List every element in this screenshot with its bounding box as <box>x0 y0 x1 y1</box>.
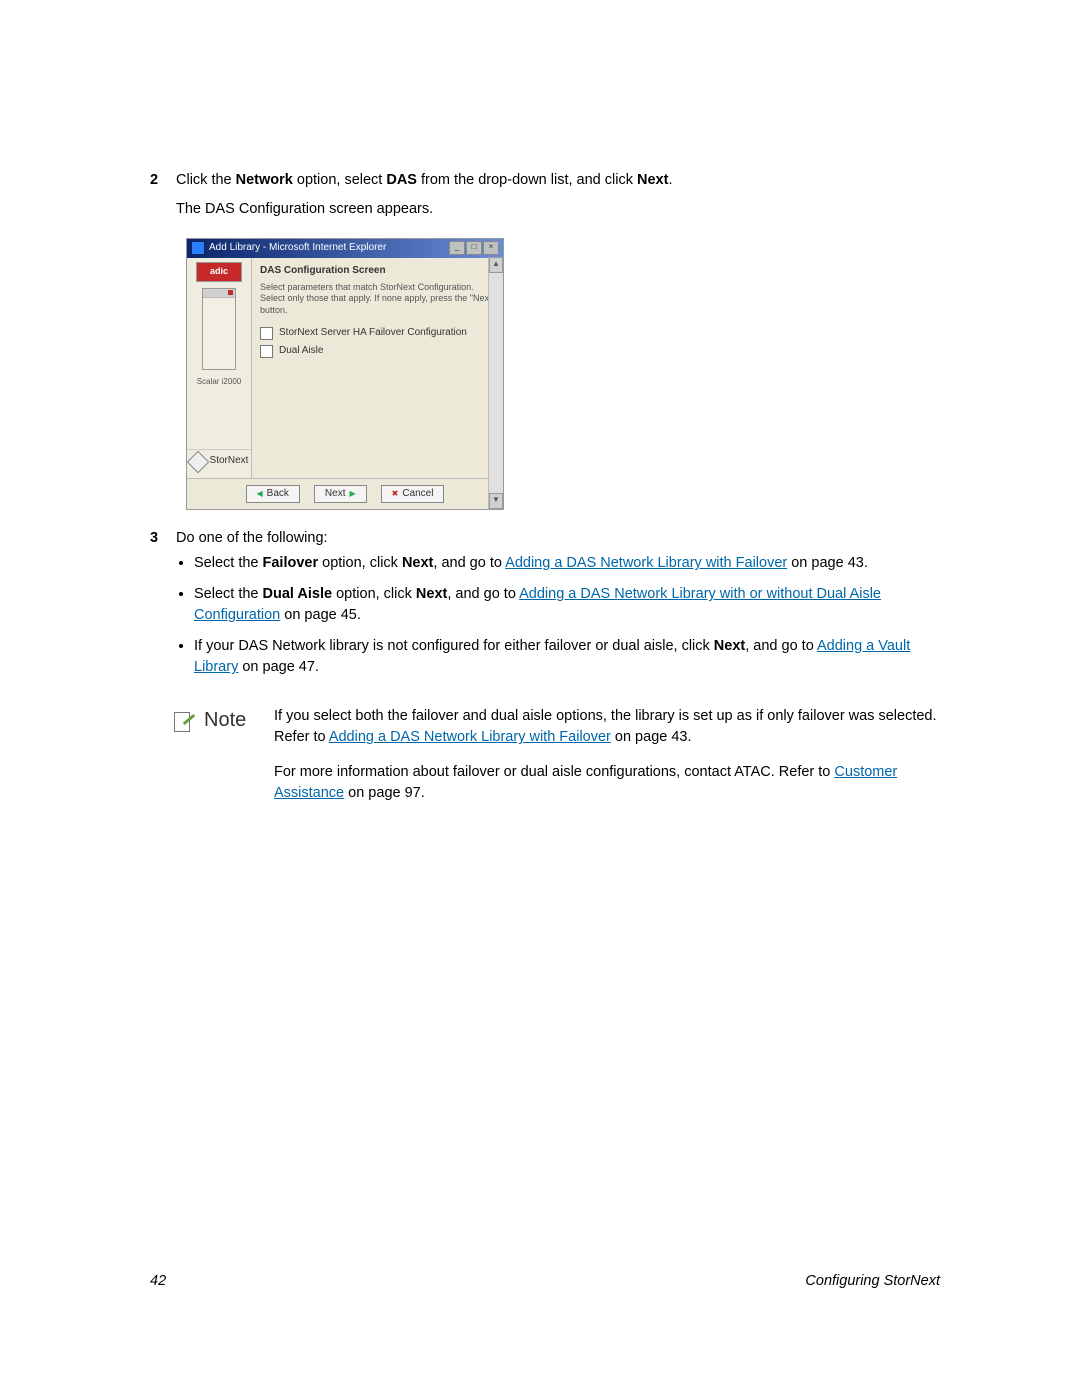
dialog-button-bar: Back Next Cancel <box>187 478 503 510</box>
dualaisle-label: Dual Aisle <box>279 344 323 359</box>
back-button[interactable]: Back <box>246 485 300 504</box>
bold-next: Next <box>637 172 668 188</box>
dialog-body: adic Scalar i2000 StorNext DAS Configura… <box>187 258 503 478</box>
step-number: 3 <box>150 528 176 688</box>
das-config-screenshot: Add Library - Microsoft Internet Explore… <box>186 238 504 510</box>
step-body: Do one of the following: Select the Fail… <box>176 528 940 688</box>
minimize-button[interactable]: _ <box>449 241 465 255</box>
rack-label: Scalar i2000 <box>197 376 241 388</box>
note-label-wrap: Note <box>174 706 254 735</box>
dialog-heading: DAS Configuration Screen <box>260 264 495 279</box>
window-title: Add Library - Microsoft Internet Explore… <box>209 241 386 256</box>
stornext-row: StorNext <box>187 449 251 474</box>
page-content: 2 Click the Network option, select DAS f… <box>0 0 1080 818</box>
text: . <box>668 172 672 188</box>
note-icon <box>174 710 196 732</box>
dualaisle-checkbox[interactable] <box>260 345 273 358</box>
section-title: Configuring StorNext <box>805 1271 940 1292</box>
page-number: 42 <box>150 1271 166 1292</box>
step-body: Click the Network option, select DAS fro… <box>176 170 940 220</box>
maximize-button[interactable]: □ <box>466 241 482 255</box>
dialog-content: DAS Configuration Screen Select paramete… <box>252 258 503 478</box>
failover-checkbox[interactable] <box>260 327 273 340</box>
bullet-dualaisle: Select the Dual Aisle option, click Next… <box>194 584 940 626</box>
bold-network: Network <box>236 172 293 188</box>
scrollbar[interactable]: ▲ ▼ <box>488 257 503 509</box>
step-3: 3 Do one of the following: Select the Fa… <box>150 528 940 688</box>
window-buttons: _ □ × <box>449 241 499 255</box>
check-failover-row: StorNext Server HA Failover Configuratio… <box>260 326 495 341</box>
stornext-label: StorNext <box>210 454 249 469</box>
step3-bullets: Select the Failover option, click Next, … <box>176 553 940 678</box>
page-footer: 42 Configuring StorNext <box>150 1271 940 1292</box>
bullet-vault: If your DAS Network library is not confi… <box>194 636 940 678</box>
step2-line2: The DAS Configuration screen appears. <box>176 201 433 217</box>
bullet-failover: Select the Failover option, click Next, … <box>194 553 940 574</box>
note-label: Note <box>204 706 246 735</box>
next-button[interactable]: Next <box>314 485 367 504</box>
text: from the drop-down list, and click <box>417 172 637 188</box>
note-block: Note If you select both the failover and… <box>174 706 940 818</box>
close-button[interactable]: × <box>483 241 499 255</box>
rack-image <box>202 288 236 370</box>
window-titlebar: Add Library - Microsoft Internet Explore… <box>187 239 503 258</box>
step3-intro: Do one of the following: <box>176 530 328 546</box>
scroll-down-button[interactable]: ▼ <box>489 493 503 509</box>
check-dualaisle-row: Dual Aisle <box>260 344 495 359</box>
adic-logo: adic <box>196 262 242 282</box>
scroll-up-button[interactable]: ▲ <box>489 257 503 273</box>
link-das-failover[interactable]: Adding a DAS Network Library with Failov… <box>505 555 787 571</box>
cancel-button[interactable]: Cancel <box>381 485 445 504</box>
dialog-sidebar: adic Scalar i2000 StorNext <box>187 258 252 478</box>
step-number: 2 <box>150 170 176 220</box>
bold-das: DAS <box>386 172 417 188</box>
note-body: If you select both the failover and dual… <box>274 706 940 818</box>
link-das-failover-note[interactable]: Adding a DAS Network Library with Failov… <box>329 729 611 745</box>
step-2: 2 Click the Network option, select DAS f… <box>150 170 940 220</box>
ie-icon <box>191 241 205 255</box>
stornext-icon <box>186 450 209 473</box>
text: option, select <box>293 172 387 188</box>
failover-label: StorNext Server HA Failover Configuratio… <box>279 326 467 341</box>
dialog-description: Select parameters that match StorNext Co… <box>260 282 495 316</box>
text: Click the <box>176 172 236 188</box>
